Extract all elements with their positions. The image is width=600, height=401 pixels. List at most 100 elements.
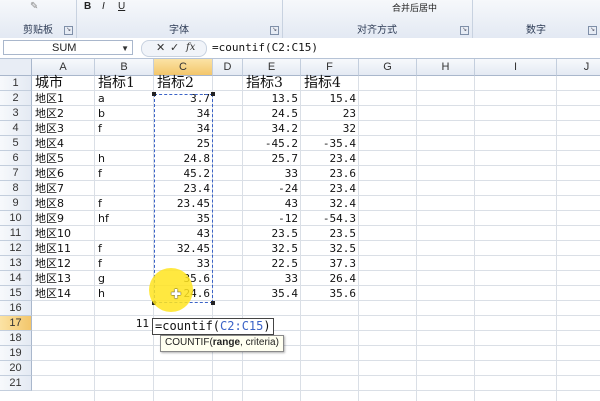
range-handle[interactable] <box>211 92 215 96</box>
column-header-j[interactable]: J <box>557 59 600 76</box>
cancel-icon[interactable]: ✕ <box>156 41 165 55</box>
data-cell-city[interactable]: 地区11 <box>32 241 98 256</box>
data-cell-metric4[interactable]: 23.4 <box>301 181 359 196</box>
underline-button[interactable]: U <box>118 1 125 15</box>
data-cell-city[interactable]: 地区14 <box>32 286 98 301</box>
name-box[interactable]: SUM ▼ <box>3 40 133 55</box>
data-cell-metric1[interactable]: h <box>95 151 157 166</box>
data-cell-metric3[interactable]: 33 <box>243 271 301 286</box>
italic-button[interactable]: I <box>102 1 105 15</box>
column-header-c[interactable]: C <box>154 59 213 76</box>
row-header-15[interactable]: 15 <box>0 286 32 301</box>
data-cell-metric1[interactable]: f <box>95 241 157 256</box>
row-header-16[interactable]: 16 <box>0 301 32 316</box>
row-header-6[interactable]: 6 <box>0 151 32 166</box>
row-header-20[interactable]: 20 <box>0 361 32 376</box>
row-header-9[interactable]: 9 <box>0 196 32 211</box>
format-painter-icon[interactable]: ✎ <box>30 1 38 15</box>
row-header-3[interactable]: 3 <box>0 106 32 121</box>
column-header-i[interactable]: I <box>475 59 557 76</box>
data-cell-metric1[interactable]: f <box>95 256 157 271</box>
row-header-5[interactable]: 5 <box>0 136 32 151</box>
row-header-4[interactable]: 4 <box>0 121 32 136</box>
data-cell-city[interactable]: 地区1 <box>32 91 98 106</box>
data-cell-city[interactable]: 地区8 <box>32 196 98 211</box>
data-cell-metric4[interactable]: 32 <box>301 121 359 136</box>
column-header-b[interactable]: B <box>95 59 154 76</box>
data-cell-city[interactable]: 地区7 <box>32 181 98 196</box>
data-cell-city[interactable]: 地区6 <box>32 166 98 181</box>
enter-icon[interactable]: ✓ <box>170 41 179 55</box>
data-cell-metric4[interactable]: -54.3 <box>301 211 359 226</box>
data-cell-metric4[interactable]: 23 <box>301 106 359 121</box>
data-cell-metric1[interactable]: g <box>95 271 157 286</box>
data-cell-metric4[interactable]: 15.4 <box>301 91 359 106</box>
font-launcher-icon[interactable]: ↘ <box>270 26 279 35</box>
data-cell-metric3[interactable]: 32.5 <box>243 241 301 256</box>
data-cell-metric3[interactable]: 43 <box>243 196 301 211</box>
data-cell-metric4[interactable]: 23.4 <box>301 151 359 166</box>
data-cell-count-result[interactable]: 11 <box>95 316 152 331</box>
data-cell-city[interactable]: 地区4 <box>32 136 98 151</box>
tooltip-range-arg[interactable]: range <box>213 337 240 348</box>
data-cell-metric4[interactable]: 23.5 <box>301 226 359 241</box>
header-cell-metric1[interactable]: 指标1 <box>95 76 157 91</box>
data-cell-city[interactable]: 地区9 <box>32 211 98 226</box>
column-header-g[interactable]: G <box>359 59 417 76</box>
row-header-19[interactable]: 19 <box>0 346 32 361</box>
data-cell-metric4[interactable]: 35.6 <box>301 286 359 301</box>
row-header-18[interactable]: 18 <box>0 331 32 346</box>
range-handle[interactable] <box>211 301 215 305</box>
row-header-13[interactable]: 13 <box>0 256 32 271</box>
data-cell-metric1[interactable] <box>95 181 157 196</box>
data-cell-metric3[interactable]: -24 <box>243 181 301 196</box>
data-cell-metric4[interactable]: 37.3 <box>301 256 359 271</box>
select-all-corner[interactable] <box>0 59 32 76</box>
number-launcher-icon[interactable]: ↘ <box>588 26 597 35</box>
data-cell-metric1[interactable]: h <box>95 286 157 301</box>
function-tooltip[interactable]: COUNTIF(range, criteria) <box>160 335 284 352</box>
row-header-1[interactable]: 1 <box>0 76 32 91</box>
column-header-f[interactable]: F <box>301 59 359 76</box>
column-header-h[interactable]: H <box>417 59 475 76</box>
data-cell-city[interactable]: 地区2 <box>32 106 98 121</box>
data-cell-metric4[interactable]: 23.6 <box>301 166 359 181</box>
data-cell-metric3[interactable]: 35.4 <box>243 286 301 301</box>
data-cell-metric1[interactable]: f <box>95 196 157 211</box>
row-header-7[interactable]: 7 <box>0 166 32 181</box>
data-cell-metric3[interactable]: 25.7 <box>243 151 301 166</box>
data-cell-metric3[interactable]: 22.5 <box>243 256 301 271</box>
data-cell-metric3[interactable]: 13.5 <box>243 91 301 106</box>
data-cell-metric4[interactable]: 32.4 <box>301 196 359 211</box>
row-header-10[interactable]: 10 <box>0 211 32 226</box>
chevron-down-icon[interactable]: ▼ <box>121 41 129 56</box>
data-cell-city[interactable]: 地区10 <box>32 226 98 241</box>
merge-center-button[interactable]: 合并后居中 <box>392 1 437 15</box>
data-cell-metric1[interactable] <box>95 136 157 151</box>
data-cell-metric3[interactable]: 34.2 <box>243 121 301 136</box>
row-header-14[interactable]: 14 <box>0 271 32 286</box>
header-cell-metric3[interactable]: 指标3 <box>243 76 304 91</box>
row-header-11[interactable]: 11 <box>0 226 32 241</box>
data-cell-metric1[interactable]: f <box>95 121 157 136</box>
data-cell-metric3[interactable]: 24.5 <box>243 106 301 121</box>
row-header-2[interactable]: 2 <box>0 91 32 106</box>
data-cell-metric1[interactable]: a <box>95 91 157 106</box>
data-cell-metric1[interactable] <box>95 226 157 241</box>
data-cell-city[interactable]: 地区13 <box>32 271 98 286</box>
data-cell-metric3[interactable]: -45.2 <box>243 136 301 151</box>
header-cell-metric2[interactable]: 指标2 <box>154 76 216 91</box>
insert-function-icon[interactable]: fx <box>186 41 195 55</box>
column-header-e[interactable]: E <box>243 59 301 76</box>
data-cell-city[interactable]: 地区5 <box>32 151 98 166</box>
row-header-21[interactable]: 21 <box>0 376 32 391</box>
alignment-launcher-icon[interactable]: ↘ <box>460 26 469 35</box>
data-cell-metric4[interactable]: 32.5 <box>301 241 359 256</box>
data-cell-metric4[interactable]: -35.4 <box>301 136 359 151</box>
data-cell-metric1[interactable]: hf <box>95 211 157 226</box>
header-cell-metric4[interactable]: 指标4 <box>301 76 362 91</box>
header-cell-city[interactable]: 城市 <box>32 76 98 91</box>
data-cell-metric1[interactable]: b <box>95 106 157 121</box>
data-cell-city[interactable]: 地区12 <box>32 256 98 271</box>
row-header-8[interactable]: 8 <box>0 181 32 196</box>
